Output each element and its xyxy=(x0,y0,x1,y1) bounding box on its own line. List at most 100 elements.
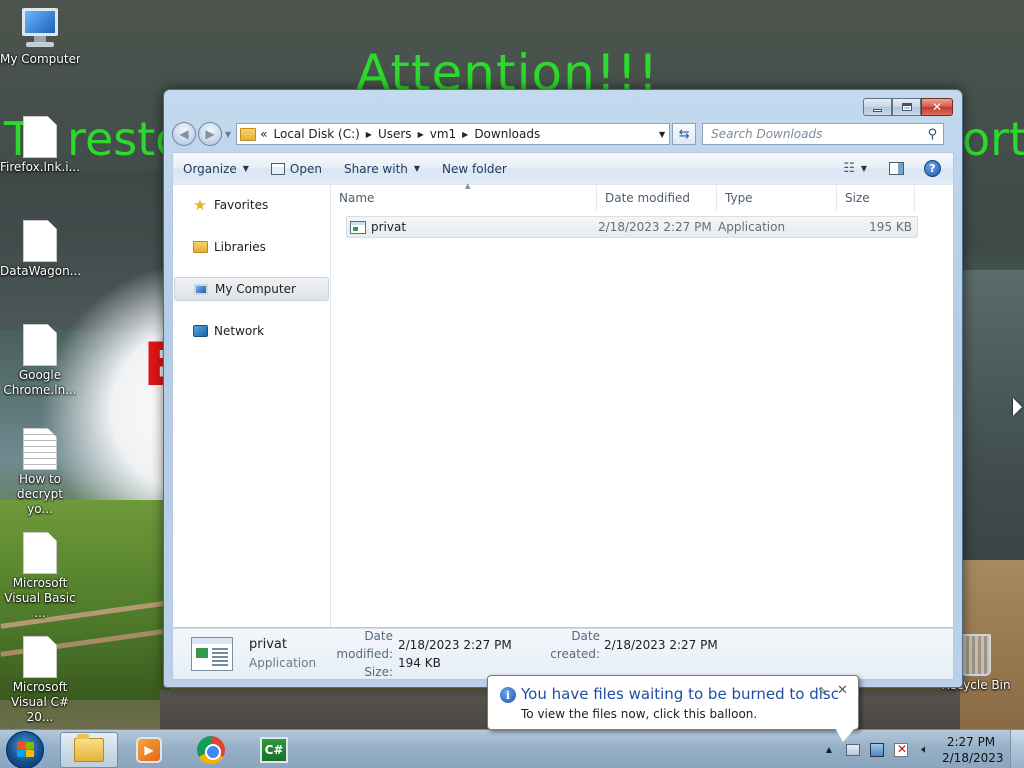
file-date-modified: 2/18/2023 2:27 PM xyxy=(598,220,712,234)
nav-item-label: Network xyxy=(214,324,265,338)
computer-icon xyxy=(194,283,208,295)
close-icon: ✕ xyxy=(931,100,943,114)
show-hidden-icons-button[interactable]: ▲ xyxy=(826,745,832,754)
recycle-bin-icon xyxy=(961,634,991,676)
explorer-window: ✕ ◀ ▶ ▼ « Local Disk (C:) ▶ Users ▶ vm1 … xyxy=(163,89,963,688)
nav-item-my-computer[interactable]: My Computer xyxy=(174,277,329,301)
show-desktop-button[interactable] xyxy=(1010,730,1024,768)
sort-ascending-icon: ▲ xyxy=(465,182,471,190)
desktop-icon-firefox[interactable]: Firefox.lnk.i... xyxy=(0,116,80,175)
document-icon xyxy=(23,636,57,678)
navigation-pane: ★ Favorites Libraries My Computer Networ… xyxy=(173,185,331,627)
nav-item-network[interactable]: Network xyxy=(174,319,330,343)
back-button[interactable]: ◀ xyxy=(172,122,196,146)
desktop-icon-datawagon[interactable]: DataWagon.... xyxy=(0,220,80,279)
recent-pages-dropdown[interactable]: ▼ xyxy=(225,130,231,139)
search-icon[interactable]: ⚲ xyxy=(928,127,938,142)
organize-button[interactable]: Organize ▼ xyxy=(183,162,249,176)
windows-logo-icon xyxy=(17,742,35,758)
column-header-name[interactable]: ▲ Name xyxy=(331,182,597,211)
close-button[interactable]: ✕ xyxy=(921,98,953,116)
organize-label: Organize xyxy=(183,161,237,176)
balloon-options-icon[interactable]: ✎ xyxy=(818,685,827,698)
chevron-down-icon: ▼ xyxy=(242,164,249,173)
address-bar[interactable]: « Local Disk (C:) ▶ Users ▶ vm1 ▶ Downlo… xyxy=(236,123,671,145)
file-list: ▲ Name Date modified Type Size privat 2/… xyxy=(331,182,953,627)
column-header-label: Date modified xyxy=(605,191,691,205)
maximize-button[interactable] xyxy=(892,98,921,116)
preview-pane-icon[interactable] xyxy=(889,161,904,175)
nav-item-label: Libraries xyxy=(214,240,266,254)
clock-date: 2/18/2023 xyxy=(942,750,1004,765)
details-pane: privat Application Date modified: Size: … xyxy=(172,628,954,680)
breadcrumb-users[interactable]: Users xyxy=(378,127,412,141)
view-dropdown-icon[interactable]: ▼ xyxy=(861,164,867,173)
new-folder-button[interactable]: New folder xyxy=(442,162,507,176)
file-row[interactable]: privat 2/18/2023 2:27 PM Application 195… xyxy=(346,216,918,238)
media-player-icon: ▶ xyxy=(136,737,162,763)
text-document-icon xyxy=(23,428,57,470)
balloon-tail xyxy=(835,728,855,742)
details-file-type: Application xyxy=(249,656,317,670)
desktop-icon-label: Google Chrome.ln... xyxy=(3,368,77,397)
library-icon xyxy=(192,241,208,253)
address-dropdown-icon[interactable]: ▼ xyxy=(659,130,665,139)
start-button[interactable] xyxy=(6,731,44,768)
search-input[interactable]: Search Downloads ⚲ xyxy=(702,123,945,145)
tray-volume-icon[interactable]: 🔈︎ xyxy=(918,742,932,757)
application-icon xyxy=(350,220,366,234)
forward-button[interactable]: ▶ xyxy=(198,122,222,146)
balloon-close-button[interactable]: ✕ xyxy=(837,683,848,698)
nav-item-libraries[interactable]: Libraries xyxy=(174,235,330,259)
desktop-icon-google-chrome[interactable]: Google Chrome.ln... xyxy=(0,324,80,398)
refresh-button[interactable]: ⇆ xyxy=(672,123,697,145)
view-options-icon[interactable]: ☷ xyxy=(843,161,855,176)
desktop-icon-label: DataWagon.... xyxy=(0,264,80,278)
minimize-button[interactable] xyxy=(863,98,892,116)
breadcrumb-separator-icon[interactable]: ▶ xyxy=(418,130,424,139)
info-icon: i xyxy=(500,687,516,703)
taskbar-media-player-button[interactable]: ▶ xyxy=(120,732,178,768)
minimize-icon xyxy=(873,108,882,112)
taskbar-chrome-button[interactable] xyxy=(182,732,240,768)
breadcrumb-local-disk[interactable]: Local Disk (C:) xyxy=(274,127,360,141)
desktop-icon-how-to-decrypt[interactable]: How to decrypt yo... xyxy=(0,428,80,517)
help-icon[interactable]: ? xyxy=(924,159,941,177)
desktop-icon-label: Firefox.lnk.i... xyxy=(0,160,80,174)
back-arrow-icon: ◀ xyxy=(179,127,189,141)
column-header-size[interactable]: Size xyxy=(837,185,915,211)
file-type: Application xyxy=(718,220,786,234)
desktop-icon-visual-csharp[interactable]: Microsoft Visual C# 20... xyxy=(0,636,80,725)
desktop-icon-my-computer[interactable]: My Computer xyxy=(0,8,80,67)
tray-action-center-icon[interactable] xyxy=(894,742,908,757)
column-headers: ▲ Name Date modified Type Size xyxy=(331,182,953,211)
taskbar-csharp-button[interactable]: C# xyxy=(245,732,303,768)
column-header-type[interactable]: Type xyxy=(717,185,837,211)
nav-item-favorites[interactable]: ★ Favorites xyxy=(174,193,330,217)
file-size: 195 KB xyxy=(869,220,912,234)
breadcrumb-separator-icon[interactable]: ▶ xyxy=(366,130,372,139)
open-button[interactable]: Open xyxy=(270,162,322,176)
breadcrumb-vm1[interactable]: vm1 xyxy=(430,127,456,141)
desktop-icon-visual-basic[interactable]: Microsoft Visual Basic ... xyxy=(0,532,80,621)
taskbar-explorer-button[interactable] xyxy=(60,732,118,768)
tray-burn-icon[interactable] xyxy=(846,743,860,757)
clock[interactable]: 2:27 PM 2/18/2023 xyxy=(942,734,1004,766)
balloon-text: To view the files now, click this balloo… xyxy=(521,707,758,721)
application-large-icon xyxy=(191,637,233,671)
tray-network-icon[interactable] xyxy=(870,742,884,757)
breadcrumb-separator-icon[interactable]: ▶ xyxy=(462,130,468,139)
details-date-modified: 2/18/2023 2:27 PM xyxy=(398,638,512,652)
computer-icon xyxy=(18,8,62,50)
share-with-button[interactable]: Share with ▼ xyxy=(344,162,420,176)
system-tray: ▲ 🔈︎ 2:27 PM 2/18/2023 xyxy=(826,730,1024,768)
breadcrumb-downloads[interactable]: Downloads xyxy=(474,127,540,141)
address-row: ◀ ▶ ▼ « Local Disk (C:) ▶ Users ▶ vm1 ▶ … xyxy=(172,120,954,148)
notification-balloon[interactable]: i You have files waiting to be burned to… xyxy=(487,675,859,730)
folder-icon xyxy=(240,127,257,141)
column-header-date-modified[interactable]: Date modified xyxy=(597,185,717,211)
search-placeholder: Search Downloads xyxy=(711,127,823,141)
desktop-icon-label: My Computer xyxy=(0,52,80,66)
address-overflow-chevron[interactable]: « xyxy=(260,127,267,141)
details-date-modified-label: Date modified: xyxy=(336,629,393,661)
